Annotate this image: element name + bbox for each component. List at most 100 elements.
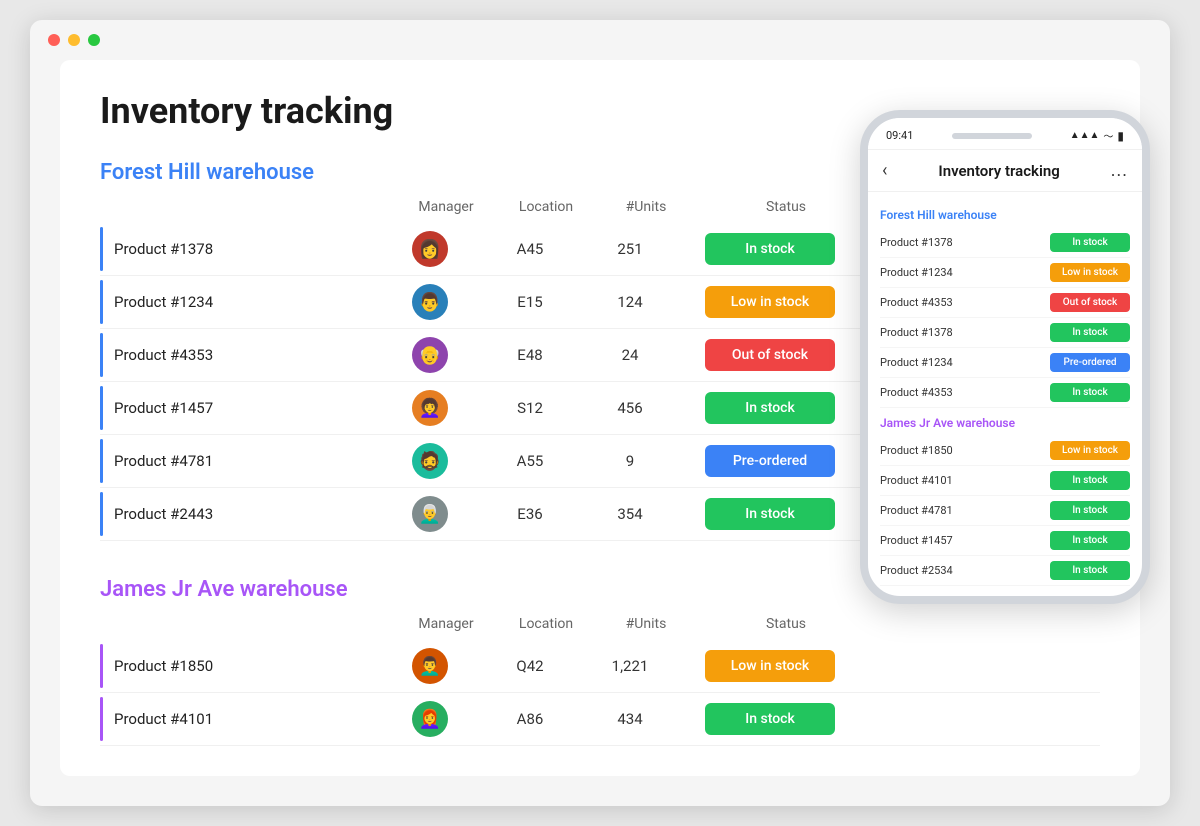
product-name: Product #4101 [100,710,380,728]
avatar: 👩 [412,231,448,267]
phone-mockup: 09:41 ▲▲▲ 〜 ▮ ‹ Inventory tracking ... F… [860,110,1150,604]
title-bar [30,20,1170,60]
location-cell: A86 [480,710,580,728]
phone-status-badge: Pre-ordered [1050,353,1130,372]
status-cell: In stock [680,498,860,530]
phone-status-badge: Low in stock [1050,441,1130,460]
phone-product: Product #1378 [880,236,953,249]
product-name: Product #1850 [100,657,380,675]
status-cell: In stock [680,392,860,424]
phone-warehouse2-title: James Jr Ave warehouse [880,416,1130,430]
table-row: Product #4101 👩‍🦰 A86 434 In stock [100,693,1100,746]
phone-title: Inventory tracking [938,162,1059,180]
phone-status-badge: In stock [1050,531,1130,550]
location-cell: S12 [480,399,580,417]
avatar: 🧔 [412,443,448,479]
signal-icon: ▲▲▲ [1070,130,1100,141]
avatar: 👩‍🦰 [412,701,448,737]
phone-status-badge: In stock [1050,323,1130,342]
phone-row: Product #4781 In stock [880,496,1130,526]
phone-time: 09:41 [886,129,913,142]
units-cell: 251 [580,240,680,258]
status-badge: Out of stock [705,339,835,371]
phone-status-badge: In stock [1050,383,1130,402]
phone-row: Product #1378 In stock [880,228,1130,258]
phone-product: Product #4353 [880,296,953,309]
status-cell: In stock [680,233,860,265]
phone-row: Product #4353 Out of stock [880,288,1130,318]
phone-row: Product #2534 In stock [880,556,1130,586]
phone-product: Product #4353 [880,386,953,399]
status-badge: In stock [705,233,835,265]
phone-product: Product #4781 [880,504,953,517]
status-badge: In stock [705,498,835,530]
location-cell: A45 [480,240,580,258]
phone-status-badge: Low in stock [1050,263,1130,282]
phone-row: Product #1234 Pre-ordered [880,348,1130,378]
wifi-icon: 〜 [1103,128,1113,143]
phone-status-badge: In stock [1050,561,1130,580]
phone-product: Product #1234 [880,266,953,279]
minimize-dot[interactable] [68,34,80,46]
units-cell: 456 [580,399,680,417]
product-name: Product #1457 [100,399,380,417]
location-cell: A55 [480,452,580,470]
phone-row: Product #1457 In stock [880,526,1130,556]
phone-status-badge: In stock [1050,471,1130,490]
col-manager: Manager [396,199,496,215]
table-row: Product #1850 👨‍🦱 Q42 1,221 Low in stock [100,640,1100,693]
phone-notch [952,133,1032,139]
back-button[interactable]: ‹ [882,160,887,181]
status-badge: In stock [705,703,835,735]
status-cell: In stock [680,703,860,735]
avatar: 👨‍🦱 [412,648,448,684]
col-units: #Units [596,199,696,215]
phone-product: Product #1457 [880,534,953,547]
units-cell: 434 [580,710,680,728]
product-name: Product #4353 [100,346,380,364]
phone-product: Product #1850 [880,444,953,457]
phone-status-badge: In stock [1050,501,1130,520]
phone-warehouse1-title: Forest Hill warehouse [880,208,1130,222]
status-cell: Low in stock [680,286,860,318]
desktop-panel: Inventory tracking Forest Hill warehouse… [60,60,1140,776]
location-cell: E48 [480,346,580,364]
status-badge: In stock [705,392,835,424]
product-name: Product #4781 [100,452,380,470]
product-name: Product #2443 [100,505,380,523]
status-badge: Low in stock [705,286,835,318]
phone-row: Product #1378 In stock [880,318,1130,348]
col-location: Location [496,199,596,215]
phone-status-bar: 09:41 ▲▲▲ 〜 ▮ [868,118,1142,150]
col-units2: #Units [596,616,696,632]
phone-product: Product #1378 [880,326,953,339]
phone-content: Forest Hill warehouse Product #1378 In s… [868,192,1142,596]
more-button[interactable]: ... [1111,160,1128,181]
col-status: Status [696,199,876,215]
phone-product: Product #1234 [880,356,953,369]
status-badge: Pre-ordered [705,445,835,477]
phone-row: Product #1850 Low in stock [880,436,1130,466]
app-window: Inventory tracking Forest Hill warehouse… [30,20,1170,806]
phone-header: ‹ Inventory tracking ... [868,150,1142,192]
phone-row: Product #4101 In stock [880,466,1130,496]
col-location2: Location [496,616,596,632]
product-name: Product #1378 [100,240,380,258]
warehouse2-header: Manager Location #Units Status [100,612,1100,640]
col-manager2: Manager [396,616,496,632]
units-cell: 124 [580,293,680,311]
avatar: 👩‍🦱 [412,390,448,426]
units-cell: 9 [580,452,680,470]
status-cell: Pre-ordered [680,445,860,477]
phone-frame: 09:41 ▲▲▲ 〜 ▮ ‹ Inventory tracking ... F… [860,110,1150,604]
maximize-dot[interactable] [88,34,100,46]
avatar: 👨‍🦳 [412,496,448,532]
units-cell: 354 [580,505,680,523]
close-dot[interactable] [48,34,60,46]
units-cell: 1,221 [580,657,680,675]
location-cell: E36 [480,505,580,523]
product-name: Product #1234 [100,293,380,311]
phone-status-badge: In stock [1050,233,1130,252]
phone-product: Product #2534 [880,564,953,577]
phone-product: Product #4101 [880,474,953,487]
